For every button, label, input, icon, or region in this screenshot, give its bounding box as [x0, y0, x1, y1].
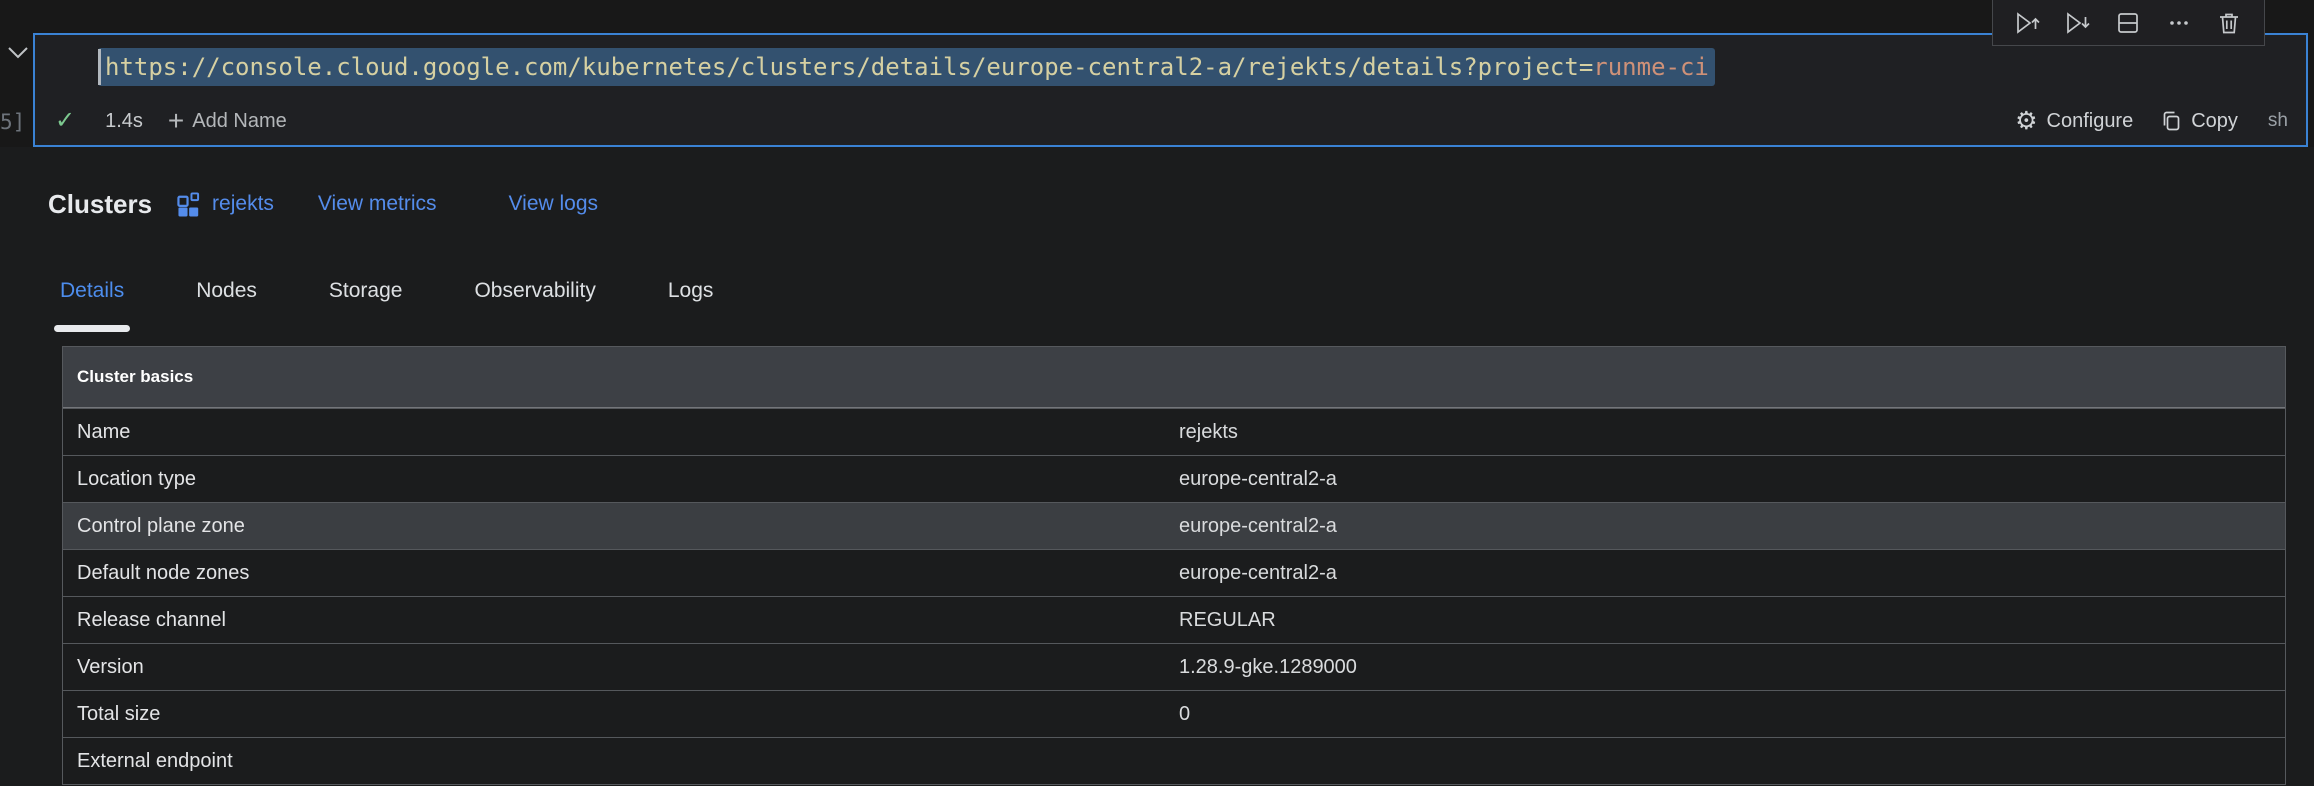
row-value: REGULAR: [1179, 609, 2285, 632]
configure-label: Configure: [2047, 110, 2134, 133]
table-row-name[interactable]: Name rejekts: [63, 408, 2285, 455]
cluster-name-link[interactable]: rejekts: [212, 192, 274, 216]
more-actions-icon: [2166, 10, 2192, 36]
row-label: Version: [77, 656, 1179, 679]
cell-toolbar: [1992, 0, 2265, 46]
selected-url-text[interactable]: https://console.cloud.google.com/kuberne…: [98, 48, 1715, 86]
row-label: Default node zones: [77, 562, 1179, 585]
row-value: europe-central2-a: [1179, 562, 2285, 585]
row-label: Control plane zone: [77, 515, 1179, 538]
row-label: Release channel: [77, 609, 1179, 632]
table-row-location-type[interactable]: Location type europe-central2-a: [63, 455, 2285, 502]
table-row-release-channel[interactable]: Release channel REGULAR: [63, 596, 2285, 643]
table-row-external-endpoint[interactable]: External endpoint: [63, 737, 2285, 784]
delete-cell-button[interactable]: [2214, 8, 2244, 38]
page-title: Clusters: [48, 189, 152, 220]
tab-observability[interactable]: Observability: [474, 277, 595, 305]
view-logs-link[interactable]: View logs: [509, 192, 599, 216]
row-value: [1179, 750, 2285, 773]
delete-cell-icon: [2216, 10, 2242, 36]
url-param-value: runme-ci: [1593, 53, 1709, 81]
add-name-button[interactable]: Add Name: [192, 110, 287, 133]
success-check-icon: ✓: [55, 109, 75, 133]
execute-above-icon: [2014, 10, 2042, 36]
execute-above-button[interactable]: [2013, 8, 2043, 38]
row-value: europe-central2-a: [1179, 515, 2285, 538]
row-label: Location type: [77, 468, 1179, 491]
gear-icon: ⚙: [2015, 109, 2037, 134]
table-row-version[interactable]: Version 1.28.9-gke.1289000: [63, 643, 2285, 690]
execution-count: 5]: [0, 110, 25, 134]
row-value: 1.28.9-gke.1289000: [1179, 656, 2285, 679]
detail-tabs: Details Nodes Storage Observability Logs: [48, 277, 2314, 305]
cell-language-label[interactable]: sh: [2268, 110, 2288, 132]
split-cell-button[interactable]: [2113, 8, 2143, 38]
cell-collapse-chevron-icon[interactable]: [6, 46, 30, 60]
row-value: europe-central2-a: [1179, 468, 2285, 491]
more-actions-button[interactable]: [2164, 8, 2194, 38]
notebook-cell: https://console.cloud.google.com/kuberne…: [33, 33, 2308, 147]
cell-editor[interactable]: https://console.cloud.google.com/kuberne…: [35, 35, 2306, 99]
url-text: https://console.cloud.google.com/kuberne…: [105, 53, 1579, 81]
table-section-header: Cluster basics: [63, 347, 2285, 408]
table-row-control-plane-zone[interactable]: Control plane zone europe-central2-a: [63, 502, 2285, 549]
table-row-total-size[interactable]: Total size 0: [63, 690, 2285, 737]
row-value: rejekts: [1179, 421, 2285, 444]
text-cursor: [98, 49, 101, 85]
cluster-basics-table: Cluster basics Name rejekts Location typ…: [62, 346, 2286, 785]
configure-button[interactable]: ⚙ Configure: [2015, 109, 2133, 134]
view-metrics-link[interactable]: View metrics: [318, 192, 437, 216]
execute-below-button[interactable]: [2063, 8, 2093, 38]
tab-nodes[interactable]: Nodes: [196, 277, 257, 305]
tab-details[interactable]: Details: [60, 277, 124, 305]
row-label: Total size: [77, 703, 1179, 726]
copy-button[interactable]: Copy: [2191, 110, 2238, 133]
row-label: Name: [77, 421, 1179, 444]
clusters-header: Clusters rejekts View metrics View logs: [48, 183, 2314, 225]
plus-icon: +: [168, 107, 184, 135]
row-value: 0: [1179, 703, 2285, 726]
tab-storage[interactable]: Storage: [329, 277, 403, 305]
cell-status-bar: ✓ 1.4s + Add Name ⚙ Configure Copy sh: [35, 99, 2306, 143]
execution-duration: 1.4s: [105, 110, 143, 133]
gke-cluster-icon: [176, 191, 203, 218]
tab-logs[interactable]: Logs: [668, 277, 714, 305]
execute-below-icon: [2064, 10, 2092, 36]
url-equals: =: [1579, 53, 1593, 81]
copy-icon[interactable]: [2159, 109, 2183, 133]
cell-output-gcp-console: Clusters rejekts View metrics View logs …: [0, 147, 2314, 786]
row-label: External endpoint: [77, 750, 1179, 773]
table-row-default-node-zones[interactable]: Default node zones europe-central2-a: [63, 549, 2285, 596]
split-cell-icon: [2115, 10, 2141, 36]
